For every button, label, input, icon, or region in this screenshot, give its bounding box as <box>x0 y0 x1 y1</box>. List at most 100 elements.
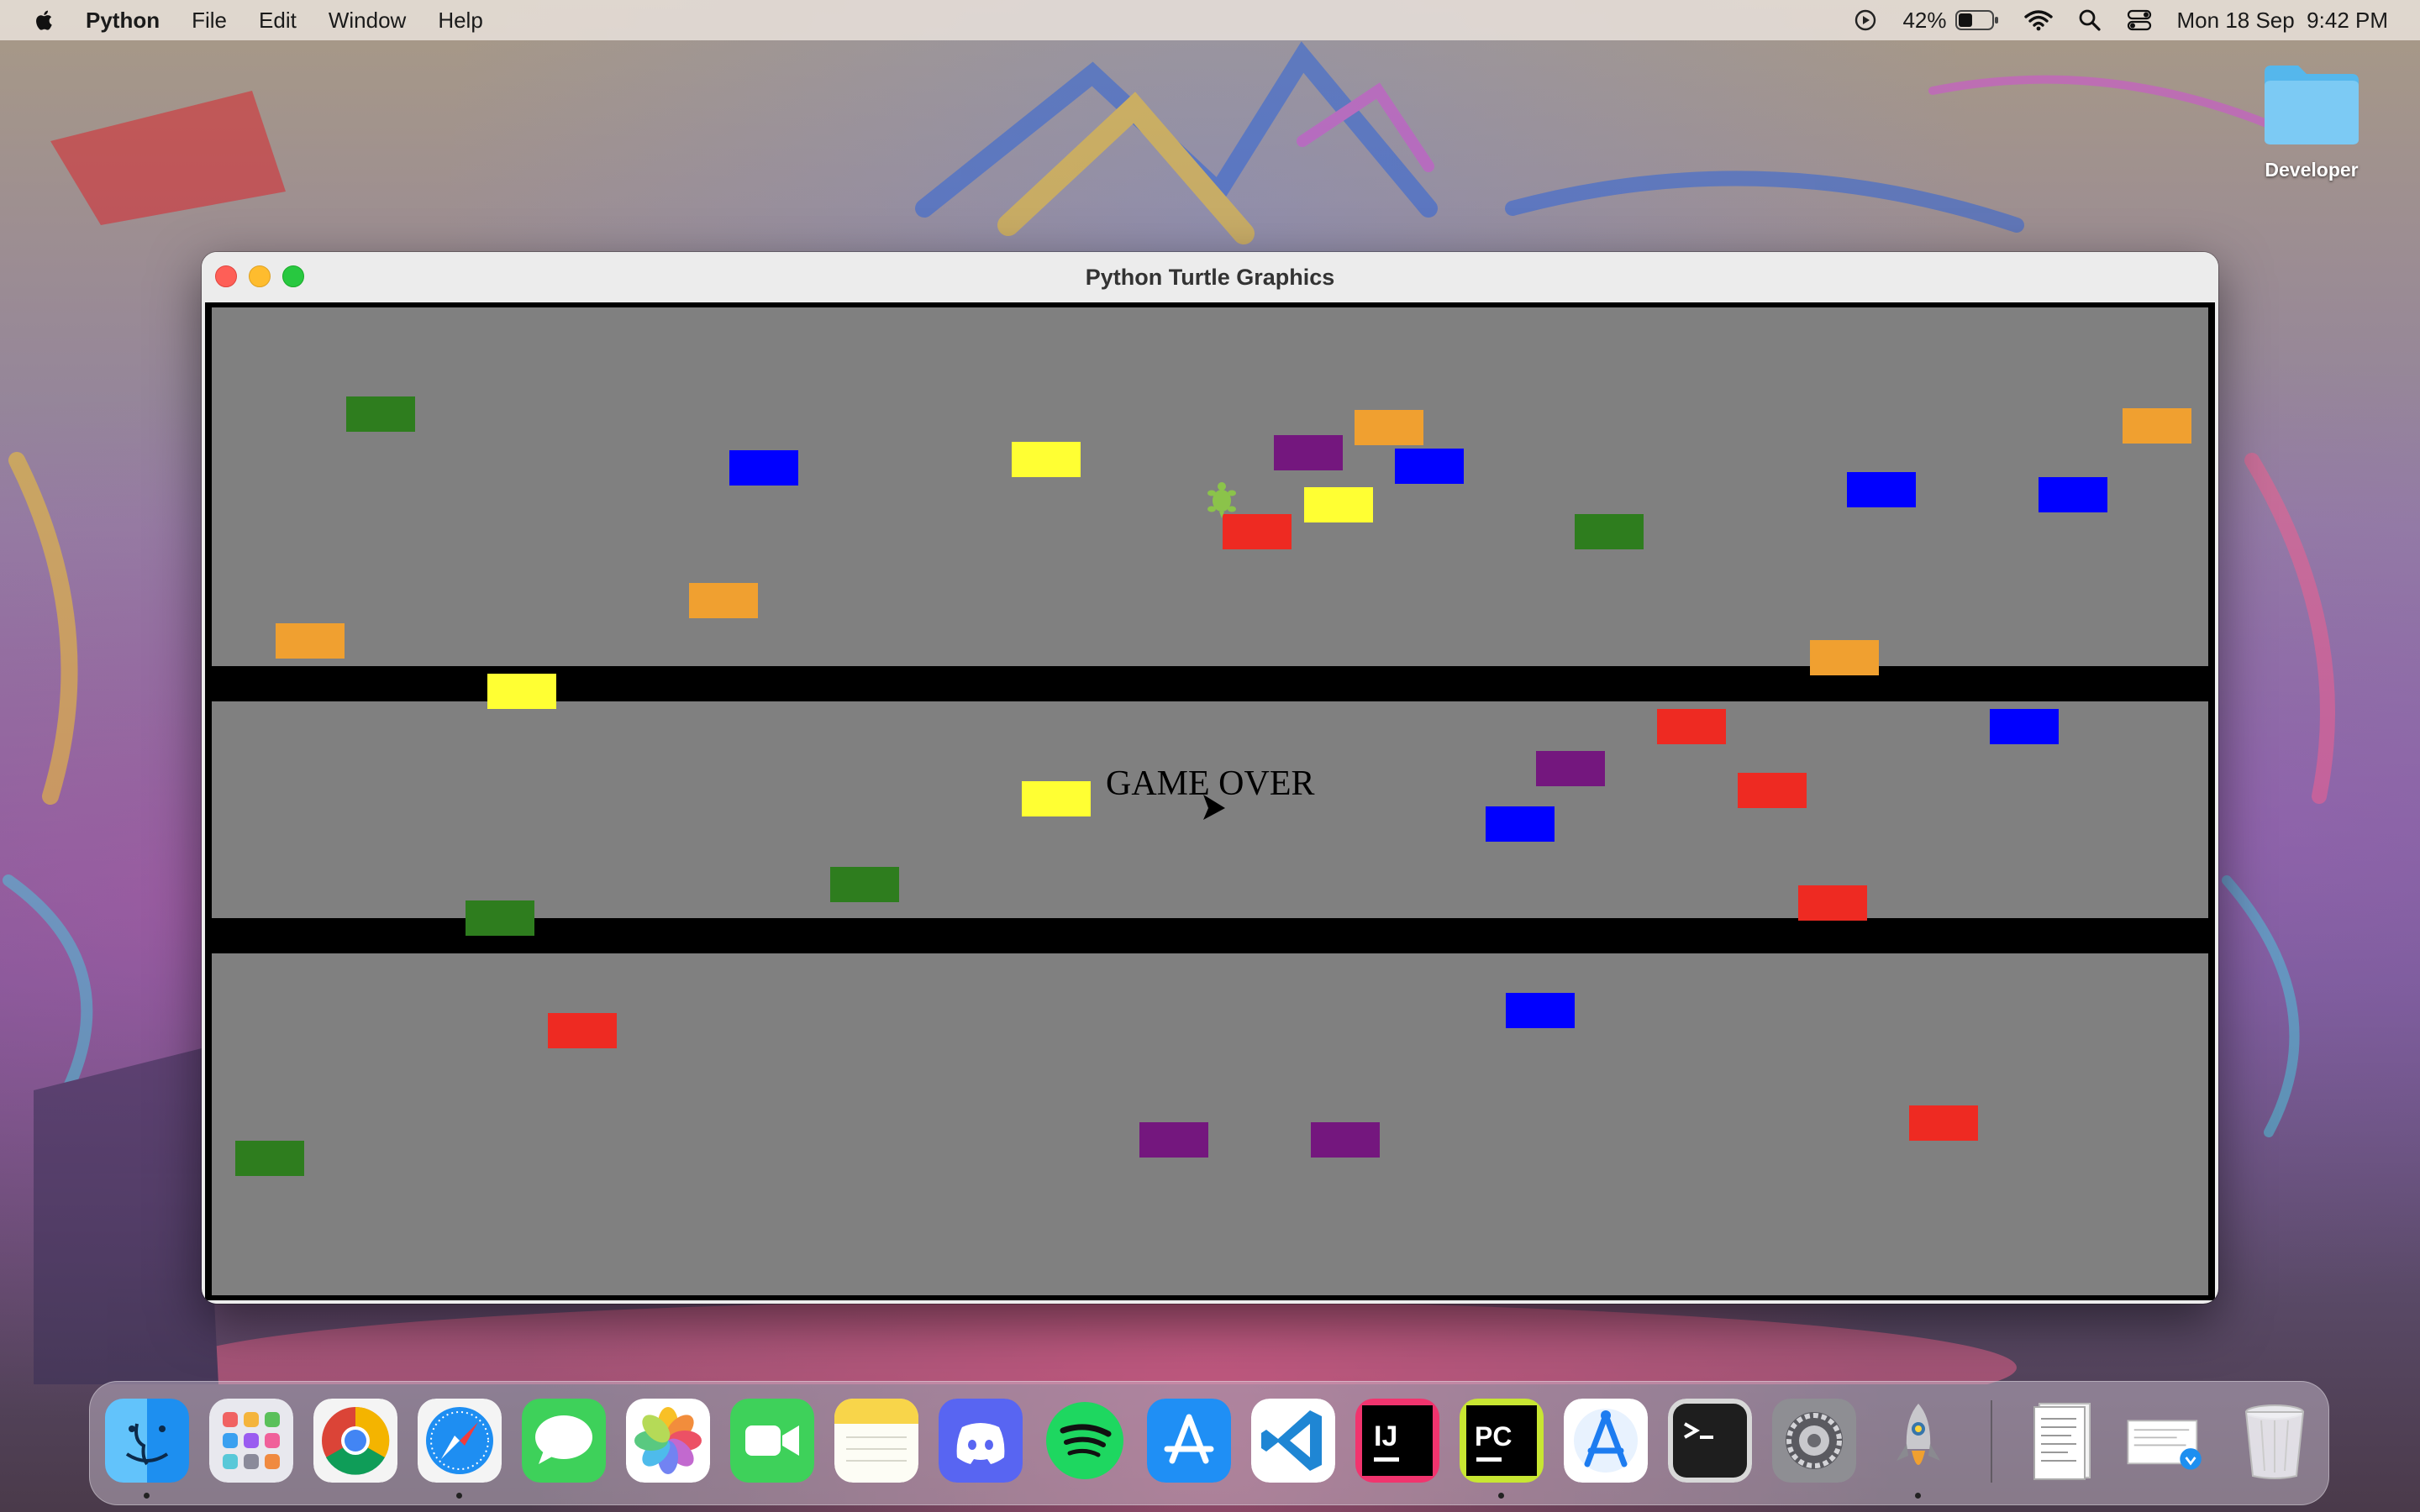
notes-icon <box>834 1399 918 1483</box>
car-blue <box>1847 472 1916 507</box>
vscode-icon <box>1251 1399 1335 1483</box>
dock-document-stack[interactable] <box>2021 1399 2105 1483</box>
dock-system-settings[interactable] <box>1772 1399 1856 1483</box>
dock-running-indicator <box>456 1493 462 1499</box>
car-orange <box>276 623 345 659</box>
car-orange <box>689 583 758 618</box>
car-orange <box>2123 408 2191 444</box>
car-green <box>1575 514 1644 549</box>
dock-running-indicator <box>1498 1493 1504 1499</box>
dock-vscode[interactable] <box>1251 1399 1335 1483</box>
car-purple <box>1274 435 1343 470</box>
dock-trash[interactable] <box>2233 1399 2317 1483</box>
dock-finder[interactable] <box>105 1399 189 1483</box>
car-red <box>1798 885 1867 921</box>
facetime-icon <box>730 1399 814 1483</box>
car-yellow <box>487 674 556 709</box>
launchpad-icon <box>209 1399 293 1483</box>
dock-chrome[interactable] <box>313 1399 397 1483</box>
menu-file[interactable]: File <box>192 8 227 34</box>
car-green <box>466 900 534 936</box>
window-titlebar[interactable]: Python Turtle Graphics <box>202 252 2218 302</box>
desktop-folder-developer[interactable]: Developer <box>2249 60 2375 181</box>
menu-app-name[interactable]: Python <box>86 8 160 34</box>
menu-edit[interactable]: Edit <box>259 8 297 34</box>
document-stack-icon <box>2033 1403 2091 1480</box>
discord-icon <box>939 1399 1023 1483</box>
car-blue <box>2039 477 2107 512</box>
turtle-player-icon <box>1207 482 1236 518</box>
dock-photos[interactable] <box>626 1399 710 1483</box>
dock-messages[interactable] <box>522 1399 606 1483</box>
battery-icon <box>1954 10 1998 30</box>
car-yellow <box>1022 781 1091 816</box>
battery-indicator[interactable]: 42% <box>1902 8 1998 34</box>
car-yellow <box>1012 442 1081 477</box>
desktop-folder-label: Developer <box>2265 159 2359 181</box>
wifi-icon[interactable] <box>2023 9 2053 31</box>
play-circle-icon[interactable] <box>1854 8 1877 32</box>
menu-help[interactable]: Help <box>438 8 482 34</box>
game-over-text: GAME OVER <box>1106 764 1315 803</box>
dock-discord[interactable] <box>939 1399 1023 1483</box>
svg-text:IJ: IJ <box>1374 1420 1397 1452</box>
dock-app-store[interactable] <box>1147 1399 1231 1483</box>
car-blue <box>1506 993 1575 1028</box>
menu-clock[interactable]: Mon 18 Sep 9:42 PM <box>2177 8 2388 34</box>
downloads-stack-icon <box>2127 1420 2202 1470</box>
app-store-icon <box>1147 1399 1231 1483</box>
dock-running-indicator <box>144 1493 150 1499</box>
chrome-icon <box>313 1399 397 1483</box>
folder-icon <box>2265 66 2359 144</box>
car-green <box>346 396 415 432</box>
photos-icon <box>626 1399 710 1483</box>
dock-running-indicator <box>1915 1493 1921 1499</box>
dock-safari[interactable] <box>418 1399 502 1483</box>
car-red <box>1738 773 1807 808</box>
menu-bar: Python File Edit Window Help 42% Mon 18 … <box>0 0 2420 40</box>
car-blue <box>1486 806 1555 842</box>
dock-intellij[interactable]: IJ <box>1355 1399 1439 1483</box>
car-red <box>548 1013 617 1048</box>
dock-notes[interactable] <box>834 1399 918 1483</box>
car-blue <box>729 450 798 486</box>
dock-launchpad[interactable] <box>209 1399 293 1483</box>
car-green <box>830 867 899 902</box>
car-red <box>1223 514 1292 549</box>
python-rocket-icon <box>1897 1404 1940 1465</box>
trash-icon <box>2244 1404 2305 1479</box>
control-center-icon[interactable] <box>2127 8 2152 32</box>
dock-terminal[interactable] <box>1668 1399 1752 1483</box>
window-title: Python Turtle Graphics <box>1085 265 1335 290</box>
dock-python-launcher[interactable] <box>1876 1399 1960 1483</box>
status-area: 42% Mon 18 Sep 9:42 PM <box>1854 0 2388 40</box>
terminal-icon <box>1668 1399 1752 1483</box>
system-settings-icon <box>1772 1399 1856 1483</box>
apple-menu-icon[interactable] <box>32 8 57 33</box>
car-blue <box>1395 449 1464 484</box>
turtle-graphics-window: Python Turtle Graphics GAME OVER <box>202 252 2218 1304</box>
dock-instruments[interactable] <box>1564 1399 1648 1483</box>
car-purple <box>1139 1122 1208 1158</box>
instruments-icon <box>1564 1399 1648 1483</box>
car-blue <box>1990 709 2059 744</box>
dock-spotify[interactable] <box>1043 1399 1127 1483</box>
game-scene: GAME OVER <box>212 396 2208 1176</box>
dock-separator <box>1991 1400 1992 1483</box>
canvas-border: GAME OVER <box>205 302 2215 1300</box>
spotlight-search-icon[interactable] <box>2078 8 2102 32</box>
car-orange <box>1810 640 1879 675</box>
car-red <box>1909 1105 1978 1141</box>
dock-pycharm[interactable]: PC <box>1460 1399 1544 1483</box>
car-purple <box>1536 751 1605 786</box>
turtle-canvas[interactable]: GAME OVER <box>212 307 2208 1295</box>
menu-window[interactable]: Window <box>329 8 406 34</box>
car-yellow <box>1304 487 1373 522</box>
finder-icon <box>105 1399 189 1483</box>
dock-facetime[interactable] <box>730 1399 814 1483</box>
dock-downloads-stack[interactable] <box>2123 1399 2207 1483</box>
car-red <box>1657 709 1726 744</box>
car-orange <box>1355 410 1423 445</box>
spotify-icon <box>1046 1402 1123 1479</box>
battery-percent: 42% <box>1902 7 1947 33</box>
